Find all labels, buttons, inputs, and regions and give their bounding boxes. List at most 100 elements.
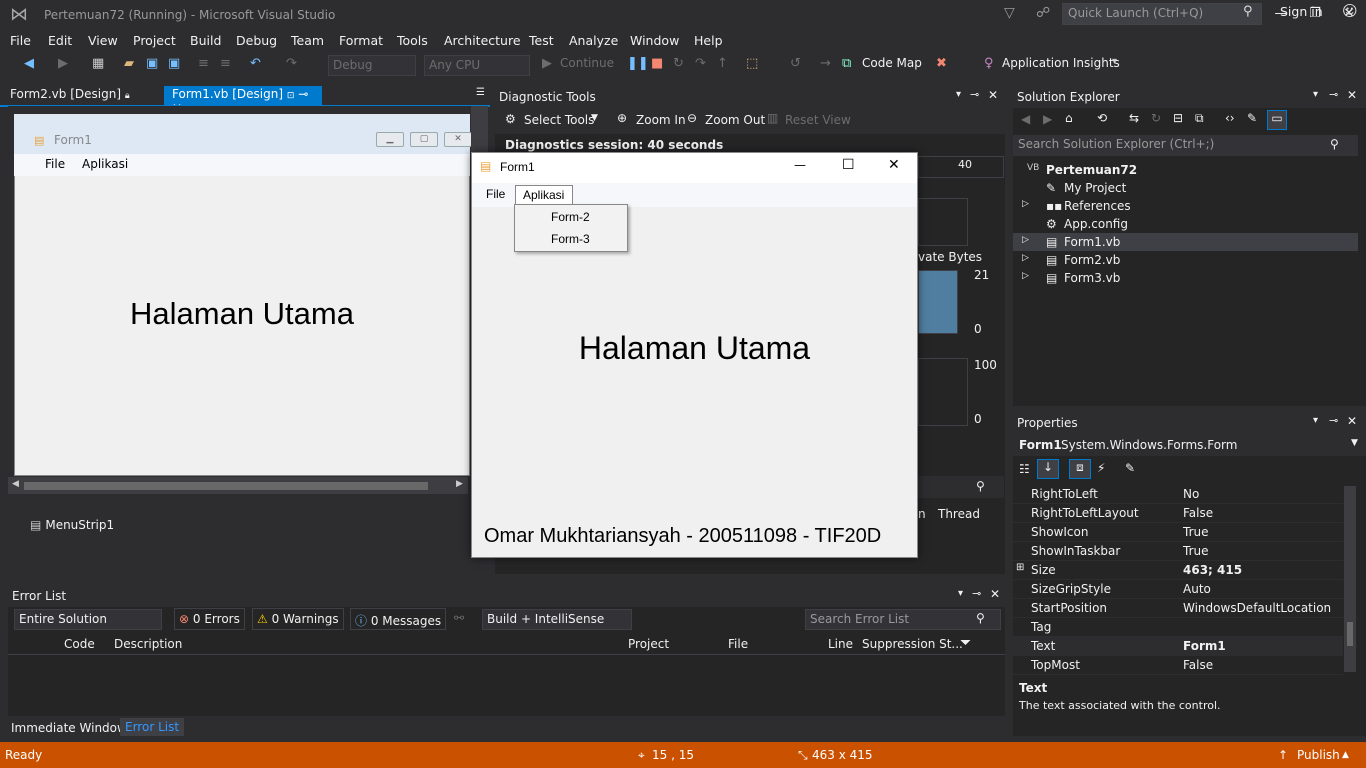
scroll-right-icon[interactable]: ▶ <box>456 479 463 489</box>
search-icon[interactable]: ⚲ <box>1243 4 1253 19</box>
menu-architecture[interactable]: Architecture <box>444 33 521 48</box>
menu-file[interactable]: File <box>486 187 505 201</box>
forward-icon[interactable]: ▶ <box>1043 112 1052 126</box>
chevron-up-icon[interactable]: ▲ <box>1342 750 1349 760</box>
close-button[interactable]: ✕ <box>888 157 900 173</box>
pin-icon[interactable]: ⊸ <box>1329 88 1338 101</box>
menu-view[interactable]: View <box>88 33 118 48</box>
application-insights-button[interactable]: Application Insights <box>1002 56 1120 70</box>
breakpoint-icon[interactable]: ✖ <box>936 56 947 71</box>
continue-button[interactable]: Continue <box>560 56 614 70</box>
property-value[interactable]: Auto <box>1183 582 1211 596</box>
alphabetical-icon[interactable]: ↓ <box>1037 459 1059 479</box>
property-value[interactable]: True <box>1183 525 1209 539</box>
zoom-out-button[interactable]: Zoom Out <box>705 113 765 127</box>
expand-icon[interactable]: ⊞ <box>1016 562 1024 573</box>
code-map-button[interactable]: Code Map <box>862 56 922 70</box>
menu-project[interactable]: Project <box>133 33 176 48</box>
design-menustrip[interactable]: File Aplikasi <box>14 154 470 176</box>
column-code[interactable]: Code <box>64 637 95 651</box>
home-icon[interactable]: ⌂ <box>1065 111 1073 125</box>
pin-icon[interactable]: ⊸ <box>298 87 308 101</box>
running-form-window[interactable]: ▤ Form1 — ☐ ✕ File Aplikasi Form-2 Form-… <box>471 152 918 558</box>
scrollbar-thumb[interactable] <box>24 482 428 490</box>
redo-icon[interactable]: ↷ <box>286 56 297 71</box>
preview-icon[interactable]: ▭ <box>1267 110 1287 130</box>
view-code-icon[interactable]: ‹› <box>1225 111 1235 125</box>
menu-debug[interactable]: Debug <box>236 33 277 48</box>
uncomment-icon[interactable]: ≡ <box>220 56 231 71</box>
scroll-left-icon[interactable]: ◀ <box>12 479 19 489</box>
property-row[interactable]: StartPosition WindowsDefaultLocation <box>1013 599 1343 618</box>
expand-icon[interactable]: ▷ <box>1022 271 1029 281</box>
property-object-selector[interactable]: Form1 System.Windows.Forms.Form ▼ <box>1013 434 1366 456</box>
errors-filter-button[interactable]: ⊗ 0 Errors <box>174 608 245 630</box>
scrollbar-thumb[interactable] <box>1347 622 1353 646</box>
tree-item-my-project[interactable]: My Project <box>1064 181 1126 195</box>
tree-item-references[interactable]: References <box>1064 199 1131 213</box>
zoom-in-button[interactable]: Zoom In <box>636 113 686 127</box>
properties-wrench-icon[interactable]: ✎ <box>1247 111 1257 125</box>
tree-item-form1[interactable]: Form1.vb <box>1064 235 1120 249</box>
show-all-files-icon[interactable]: ⧉ <box>1195 111 1204 126</box>
close-icon[interactable]: ✕ <box>990 587 1000 601</box>
close-icon[interactable]: ✕ <box>1347 88 1357 102</box>
menu-file[interactable]: File <box>10 33 31 48</box>
menu-aplikasi[interactable]: Aplikasi <box>515 185 573 205</box>
save-all-icon[interactable]: ▣ <box>168 56 180 71</box>
pause-icon[interactable]: ❚❚ <box>627 56 649 71</box>
menu-analyze[interactable]: Analyze <box>569 33 618 48</box>
chevron-down-icon[interactable]: ▾ <box>1112 56 1117 67</box>
property-value[interactable]: False <box>1183 658 1213 672</box>
comment-icon[interactable]: ≡ <box>198 56 209 71</box>
property-row[interactable]: ShowIcon True <box>1013 523 1343 542</box>
menu-item-form2[interactable]: Form-2 <box>551 210 590 224</box>
expand-icon[interactable]: ▷ <box>1022 253 1029 263</box>
new-project-icon[interactable]: ▦ <box>92 56 104 71</box>
tab-immediate-window[interactable]: Immediate Window <box>11 721 127 735</box>
select-tools-button[interactable]: Select Tools <box>524 113 594 127</box>
property-value[interactable]: 463; 415 <box>1183 563 1242 577</box>
property-row[interactable]: RightToLeftLayout False <box>1013 504 1343 523</box>
panel-menu-icon[interactable]: ▾ <box>958 588 963 599</box>
warnings-filter-button[interactable]: ⚠ 0 Warnings <box>252 608 344 630</box>
messages-filter-button[interactable]: ⓘ 0 Messages <box>350 608 447 630</box>
refresh-icon[interactable]: ↻ <box>1151 111 1161 125</box>
filter-icon[interactable]: ⏷ <box>960 635 971 651</box>
menu-edit[interactable]: Edit <box>48 33 72 48</box>
clear-filter-icon[interactable]: ⚯ <box>454 611 464 625</box>
step-out-icon[interactable]: ↑ <box>717 56 728 71</box>
undo-icon[interactable]: ↶ <box>250 56 261 71</box>
collapse-all-icon[interactable]: ⊟ <box>1173 111 1183 125</box>
column-suppression-state[interactable]: Suppression St... <box>862 637 963 651</box>
build-filter-select[interactable]: Build + IntelliSense <box>482 609 632 630</box>
menu-item-form3[interactable]: Form-3 <box>551 232 590 246</box>
menustrip-component[interactable]: ▤ MenuStrip1 <box>30 518 114 532</box>
expand-icon[interactable]: ▷ <box>1022 235 1029 245</box>
reset-view-button[interactable]: Reset View <box>785 113 851 127</box>
categorized-icon[interactable]: ☷ <box>1019 462 1030 476</box>
panel-menu-icon[interactable]: ▾ <box>1313 415 1318 426</box>
menu-team[interactable]: Team <box>291 33 324 48</box>
tab-form2-design[interactable]: Form2.vb [Design] 🔒︎ <box>2 86 138 105</box>
restart-icon[interactable]: ↻ <box>673 56 684 71</box>
save-icon[interactable]: ▣ <box>146 56 158 71</box>
design-menu-aplikasi[interactable]: Aplikasi <box>82 157 128 171</box>
property-row[interactable]: Tag <box>1013 618 1343 637</box>
search-icon[interactable]: ⚲ <box>976 479 985 493</box>
tab-form1-design[interactable]: Form1.vb [Design] ⊡ ⊸ ✕ <box>164 86 322 115</box>
panel-menu-icon[interactable]: ▾ <box>956 89 961 100</box>
menu-build[interactable]: Build <box>190 33 221 48</box>
property-row[interactable]: ShowInTaskbar True <box>1013 542 1343 561</box>
sync-icon[interactable]: ⇆ <box>1129 111 1139 125</box>
tab-dropdown-icon[interactable]: ☰ <box>468 86 493 105</box>
property-row[interactable]: SizeGripStyle Auto <box>1013 580 1343 599</box>
column-project[interactable]: Project <box>628 637 669 651</box>
property-row[interactable]: ⊞ Size 463; 415 <box>1013 561 1343 580</box>
solution-search-input[interactable]: Search Solution Explorer (Ctrl+;) <box>1013 135 1358 156</box>
step-over-icon[interactable]: ↷ <box>695 56 706 71</box>
design-heading-label[interactable]: Halaman Utama <box>14 296 470 332</box>
tree-item-project[interactable]: Pertemuan72 <box>1046 163 1137 177</box>
menu-window[interactable]: Window <box>630 33 679 48</box>
properties-icon[interactable]: ⧈ <box>1069 459 1091 479</box>
